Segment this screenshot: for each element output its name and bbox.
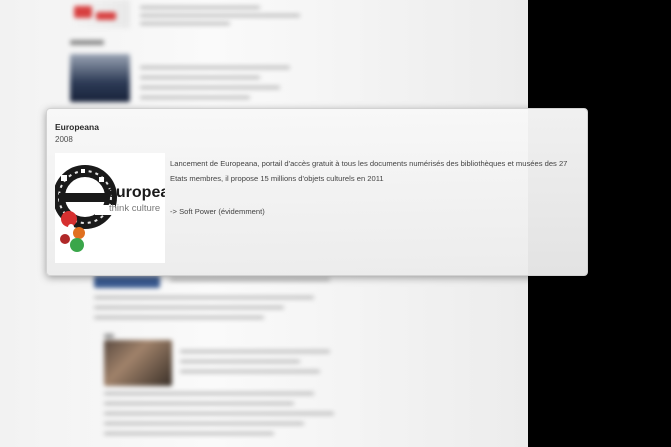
screen: Europeana 2008 europeana think c [0,0,671,447]
event-note: -> Soft Power (évidemment) [170,207,265,216]
logo-tagline: think culture [109,203,160,214]
event-title: Europeana [55,122,99,132]
timeline-event-card[interactable]: Europeana 2008 europeana think c [46,108,588,276]
event-year: 2008 [55,135,73,144]
europeana-logo-graphic: europeana think culture [53,165,188,252]
event-description: Lancement de Europeana, portail d'accès … [170,159,568,183]
europeana-logo: europeana think culture [53,153,188,263]
logo-wordmark: europeana [107,184,165,201]
